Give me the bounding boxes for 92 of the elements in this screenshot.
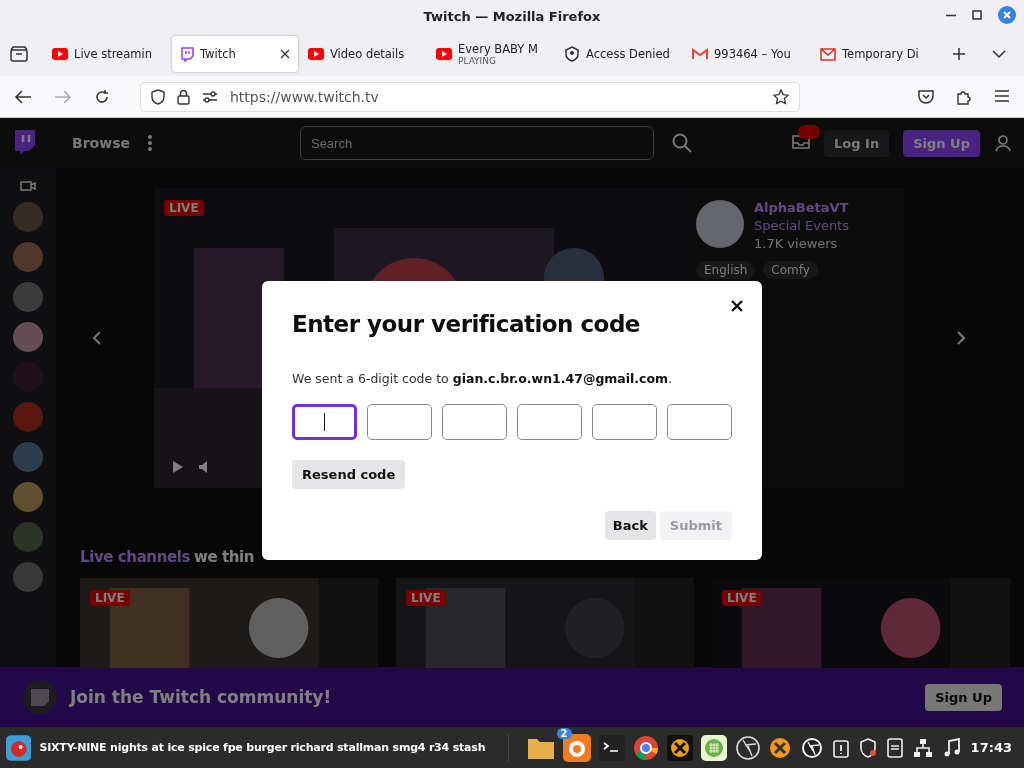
chevron-left-icon[interactable] — [92, 330, 102, 346]
channel-avatar[interactable] — [13, 482, 43, 512]
play-logo-icon — [52, 48, 68, 60]
lock-icon — [177, 88, 190, 105]
sign-up-button[interactable]: Sign Up — [925, 683, 1002, 711]
log-in-button[interactable]: Log In — [824, 129, 890, 157]
notification-badge: 2 — [556, 727, 572, 739]
notification-badge — [798, 124, 821, 139]
envelope-icon — [692, 48, 708, 60]
back-button[interactable]: Back — [604, 511, 656, 540]
tab-title: Temporary Di — [842, 47, 920, 61]
chrome-browser-icon[interactable] — [632, 734, 659, 761]
browser-tab[interactable]: 993464 – You — [684, 36, 810, 72]
code-digit-field[interactable] — [367, 404, 432, 440]
envelope-icon — [820, 47, 836, 61]
new-tab-icon[interactable] — [952, 47, 966, 61]
clock[interactable]: 17:43 — [970, 740, 1012, 755]
window-title: Twitch — Mozilla Firefox — [423, 8, 601, 24]
browser-tab[interactable]: Live streamin — [44, 36, 170, 72]
browser-tab[interactable]: Twitch — [172, 36, 298, 72]
play-logo-icon — [308, 48, 324, 60]
section-heading: we thin — [193, 548, 255, 566]
tab-title: Video details — [330, 47, 406, 61]
menu-icon[interactable] — [994, 88, 1010, 103]
chevron-right-icon[interactable] — [956, 330, 966, 346]
close-icon[interactable] — [280, 49, 290, 59]
more-icon[interactable] — [147, 135, 152, 151]
active-window-title[interactable]: SIXTY-NINE nights at ice spice fpe burger richard stallman smg4 r34 stash — [39, 741, 500, 754]
browser-tab[interactable]: Temporary Di — [812, 36, 938, 72]
inbox-icon[interactable] — [792, 134, 811, 149]
live-badge: LIVE — [90, 590, 130, 606]
shield-icon[interactable] — [858, 737, 877, 758]
tab-status: PLAYING — [458, 56, 497, 66]
minimize-icon[interactable] — [946, 13, 956, 17]
sliders-icon — [202, 90, 218, 103]
pocket-icon[interactable] — [918, 88, 934, 104]
live-badge: LIVE — [722, 590, 762, 606]
tag[interactable]: English — [696, 261, 756, 279]
tab-title: Live streamin — [74, 47, 153, 61]
tab-title: Every BABY M — [458, 42, 539, 56]
channel-avatar[interactable] — [696, 200, 744, 248]
tab-title: Access Denied — [586, 47, 671, 61]
dialog-message: We sent a 6-digit code to gian.c.br.o.wn1.47@gmail.com. — [292, 371, 674, 386]
tab-title: Twitch — [200, 47, 237, 61]
shield-icon — [151, 88, 165, 105]
tab-title: 993464 – You — [714, 47, 792, 61]
live-badge: LIVE — [164, 200, 204, 216]
code-digit-field[interactable] — [592, 404, 657, 440]
dialog-title: Enter your verification code — [292, 311, 641, 337]
code-digit-field[interactable] — [442, 404, 507, 440]
terminal-icon[interactable] — [598, 734, 625, 761]
channel-avatar[interactable] — [13, 322, 43, 352]
cross-app-icon[interactable] — [666, 734, 693, 761]
star-icon[interactable] — [773, 88, 789, 105]
code-digit-field[interactable] — [292, 404, 357, 440]
address-field[interactable]: https://www.twitch.tv — [140, 81, 800, 112]
network-icon[interactable] — [912, 737, 933, 758]
tab-list-icon[interactable] — [10, 46, 28, 62]
music-note-icon[interactable] — [942, 737, 961, 758]
browser-tab[interactable]: Every BABY M PLAYING — [428, 36, 554, 72]
play-logo-icon — [436, 48, 452, 60]
browser-tab[interactable]: Access Denied — [556, 36, 682, 72]
clipboard-icon[interactable] — [832, 737, 849, 758]
close-icon[interactable] — [730, 299, 744, 313]
back-icon[interactable] — [14, 88, 32, 105]
maximize-icon[interactable] — [972, 10, 982, 20]
viewer-count: 1.7K viewers — [754, 236, 839, 251]
volume-icon[interactable] — [198, 460, 210, 474]
grid-app-icon[interactable] — [700, 734, 727, 761]
code-digit-field[interactable] — [517, 404, 582, 440]
browser-tab[interactable]: Video details — [300, 36, 426, 72]
play-icon[interactable] — [172, 460, 184, 474]
shield-face-icon — [564, 46, 580, 62]
speech-logo-icon — [180, 46, 194, 62]
code-digit-field[interactable] — [667, 404, 732, 440]
live-badge: LIVE — [406, 590, 446, 606]
user-icon[interactable] — [994, 134, 1012, 152]
search-icon[interactable] — [671, 133, 692, 153]
chevron-down-icon[interactable] — [992, 49, 1006, 59]
document-icon[interactable] — [886, 737, 903, 758]
browse-link[interactable]: Browse — [72, 135, 130, 151]
reload-icon[interactable] — [94, 88, 110, 105]
cross-app-icon[interactable] — [768, 736, 791, 759]
puzzle-icon[interactable] — [956, 88, 972, 105]
resend-code-button[interactable]: Resend code — [292, 460, 406, 489]
aperture-icon[interactable] — [734, 734, 761, 761]
banner-text: Join the Twitch community! — [70, 687, 332, 707]
url-text: https://www.twitch.tv — [230, 88, 380, 105]
search-field[interactable]: Search — [299, 126, 654, 160]
aperture-icon[interactable] — [800, 736, 823, 759]
tag[interactable]: Comfy — [763, 261, 818, 279]
video-camera-icon — [20, 180, 36, 192]
